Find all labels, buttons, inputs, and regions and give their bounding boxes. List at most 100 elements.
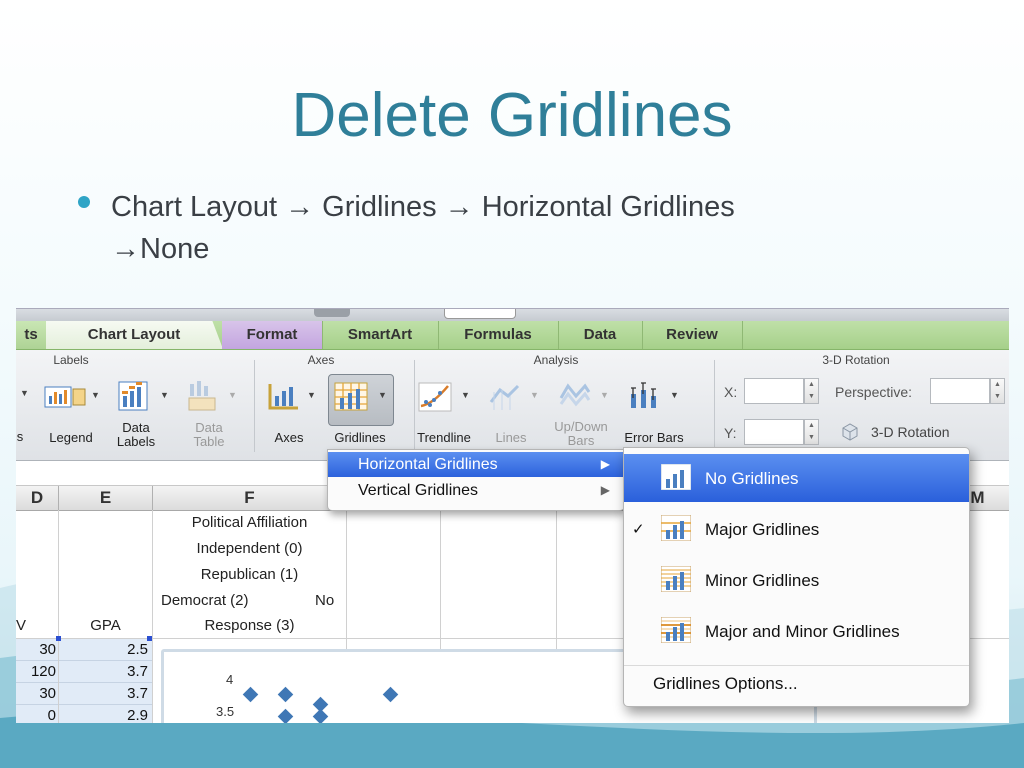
gridlines-dropdown-menu: Horizontal Gridlines ▶ Vertical Gridline… <box>327 449 625 511</box>
table-cell[interactable]: 2.5 <box>59 639 152 661</box>
scatter-point[interactable] <box>277 709 294 723</box>
minor-gridlines-icon <box>661 566 691 592</box>
tab-chart-layout[interactable]: Chart Layout <box>46 321 223 349</box>
horizontal-gridlines-submenu: No Gridlines ✓ Major Gridlines Minor Gri… <box>623 447 970 707</box>
bullet-line-1: Chart Layout → Gridlines → Horizontal Gr… <box>111 191 735 223</box>
trendline-button[interactable]: Trendline <box>408 431 480 445</box>
x-rotation-field[interactable] <box>744 378 804 404</box>
group-label-labels: Labels <box>53 353 89 367</box>
up-down-bars-icon <box>559 383 591 407</box>
menu-item-major-minor-gridlines[interactable]: Major and Minor Gridlines <box>624 607 969 655</box>
major-minor-gridlines-icon <box>661 617 691 643</box>
tab-smartart[interactable]: SmartArt <box>322 321 439 349</box>
trendline-icon[interactable] <box>418 382 452 412</box>
selection-handle[interactable] <box>56 636 61 641</box>
scatter-point[interactable] <box>277 686 294 703</box>
table-cell[interactable]: 120 <box>16 661 58 683</box>
toolbar-button-icon[interactable] <box>314 309 350 317</box>
excel-screenshot: ts Chart Layout Format SmartArt Formulas… <box>16 308 1009 723</box>
table-cell[interactable]: 3.7 <box>59 661 152 683</box>
lines-icon <box>489 384 520 410</box>
column-header-f[interactable]: F <box>153 486 347 511</box>
lines-button[interactable]: Lines <box>486 431 536 445</box>
y-tick-label: 4 <box>226 672 234 687</box>
x-rotation-label: X: <box>724 384 738 400</box>
y-rotation-field[interactable] <box>744 419 804 445</box>
legend-icon[interactable] <box>44 384 88 410</box>
tab-formulas[interactable]: Formulas <box>438 321 559 349</box>
menu-item-major-gridlines[interactable]: ✓ Major Gridlines <box>624 505 969 553</box>
checkmark-icon: ✓ <box>632 521 645 538</box>
no-gridlines-icon <box>661 464 691 490</box>
tab-review[interactable]: Review <box>642 321 743 349</box>
menu-divider <box>624 665 969 666</box>
chevron-down-icon: ▼ <box>600 390 609 400</box>
ribbon-panel: Labels Axes Analysis 3-D Rotation ▼ s ▼ … <box>16 350 1009 461</box>
cut-button-label: s <box>16 429 24 444</box>
toolbar-strip <box>16 309 1009 321</box>
header-cell-line: No <box>315 592 335 609</box>
legend-button[interactable]: Legend <box>41 431 101 445</box>
header-cell-d[interactable]: V <box>16 617 26 634</box>
error-bars-icon[interactable] <box>628 380 662 412</box>
menu-item-horizontal-gridlines[interactable]: Horizontal Gridlines ▶ <box>328 452 624 477</box>
y-rotation-label: Y: <box>724 425 737 441</box>
tab-data[interactable]: Data <box>558 321 643 349</box>
perspective-stepper[interactable]: ▲ ▼ <box>990 378 1005 404</box>
data-labels-icon[interactable] <box>118 380 148 412</box>
cube-icon[interactable] <box>840 421 860 441</box>
menu-item-minor-gridlines[interactable]: Minor Gridlines <box>624 556 969 604</box>
menu-item-vertical-gridlines[interactable]: Vertical Gridlines ▶ <box>328 478 624 503</box>
chevron-down-icon[interactable]: ▼ <box>91 390 100 400</box>
chevron-down-icon[interactable]: ▼ <box>378 390 387 400</box>
perspective-field[interactable] <box>930 378 990 404</box>
up-down-bars-button[interactable]: Up/Down Bars <box>546 420 616 446</box>
scatter-point[interactable] <box>312 709 329 723</box>
y-tick-label: 3.5 <box>216 704 235 719</box>
table-cell[interactable]: 3.7 <box>59 683 152 705</box>
axes-icon[interactable] <box>266 382 300 412</box>
y-rotation-stepper[interactable]: ▲ ▼ <box>804 419 819 445</box>
group-label-axes: Axes <box>307 353 335 367</box>
ribbon-tabs: ts Chart Layout Format SmartArt Formulas… <box>16 321 1009 350</box>
chevron-down-icon[interactable]: ▼ <box>461 390 470 400</box>
chevron-down-icon[interactable]: ▼ <box>160 390 169 400</box>
bullet-dot-icon <box>78 196 90 208</box>
header-cell-line: Democrat (2) <box>161 592 249 609</box>
menu-item-gridlines-options[interactable]: Gridlines Options... <box>653 674 798 694</box>
tab-previous[interactable]: ts <box>16 321 47 349</box>
data-labels-button[interactable]: Data Labels <box>111 421 161 449</box>
data-table-button[interactable]: Data Table <box>183 421 235 449</box>
column-header-e[interactable]: E <box>59 486 153 511</box>
group-label-3d-rotation: 3-D Rotation <box>822 353 890 367</box>
header-cell-line: Independent (0) <box>196 540 303 557</box>
x-rotation-stepper[interactable]: ▲ ▼ <box>804 378 819 404</box>
scatter-point[interactable] <box>382 686 399 703</box>
chevron-down-icon[interactable]: ▼ <box>307 390 316 400</box>
error-bars-button[interactable]: Error Bars <box>616 431 692 445</box>
gridlines-label: Gridlines <box>334 430 386 445</box>
perspective-label: Perspective: <box>835 384 913 400</box>
gridlines-icon[interactable] <box>334 382 368 412</box>
header-cell-line: Republican (1) <box>200 566 299 583</box>
chevron-down-icon: ▼ <box>530 390 539 400</box>
group-divider <box>254 360 255 452</box>
header-cell-gpa[interactable]: GPA <box>59 617 152 634</box>
menu-item-no-gridlines[interactable]: No Gridlines <box>624 454 969 502</box>
3d-rotation-button[interactable]: 3-D Rotation <box>871 424 950 440</box>
table-cell[interactable]: 30 <box>16 683 58 705</box>
column-header-d[interactable]: D <box>16 486 59 511</box>
chevron-down-icon[interactable]: ▼ <box>20 388 29 398</box>
table-cell[interactable]: 30 <box>16 639 58 661</box>
zoom-field[interactable] <box>444 309 516 319</box>
scatter-point[interactable] <box>242 686 259 703</box>
table-cell[interactable]: 2.9 <box>59 705 152 723</box>
submenu-arrow-icon: ▶ <box>600 457 610 471</box>
chevron-down-icon[interactable]: ▼ <box>670 390 679 400</box>
table-cell[interactable]: 0 <box>16 705 58 723</box>
axes-button[interactable]: Axes <box>264 431 314 445</box>
group-divider <box>714 360 715 452</box>
selection-handle[interactable] <box>147 636 152 641</box>
tab-format[interactable]: Format <box>222 321 323 349</box>
chevron-down-icon: ▼ <box>228 390 237 400</box>
